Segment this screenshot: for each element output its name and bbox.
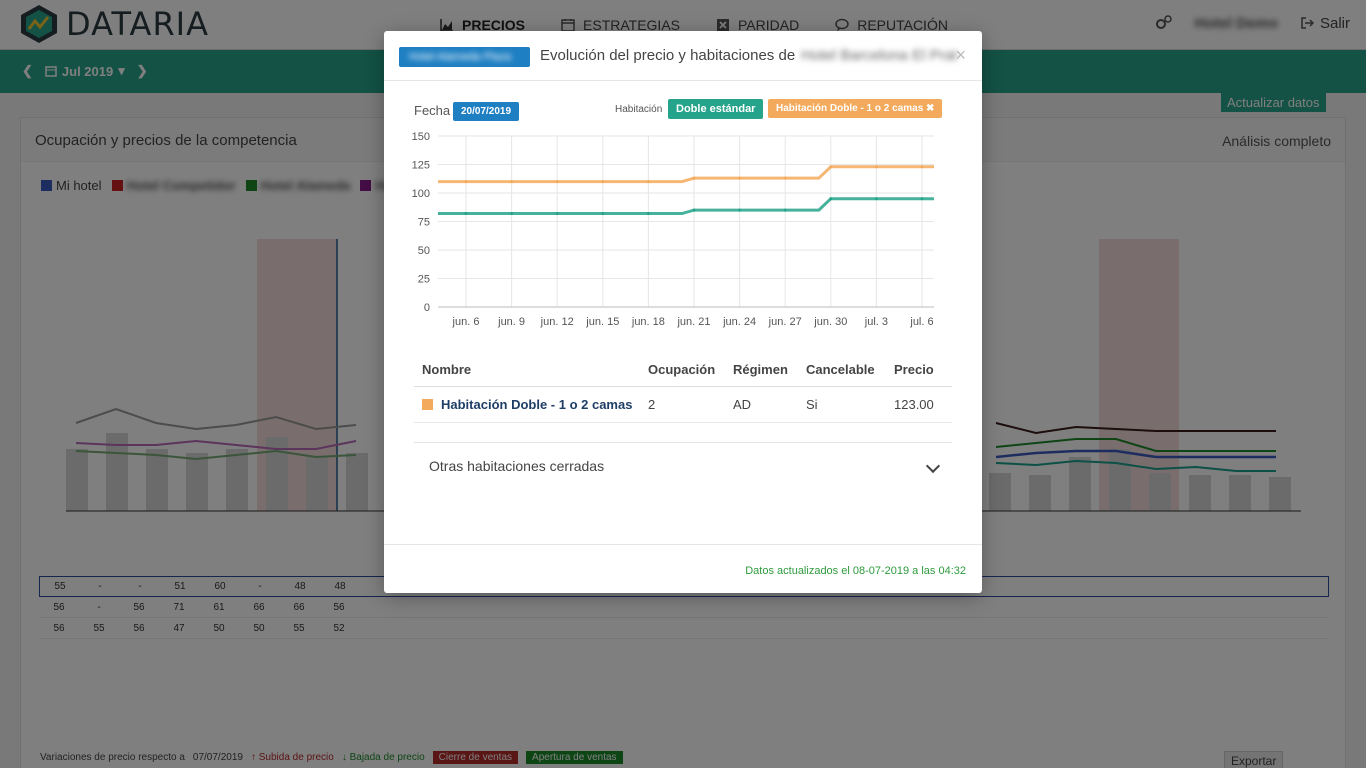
col-nombre: Nombre xyxy=(422,362,472,377)
room-table: Nombre Ocupación Régimen Cancelable Prec… xyxy=(414,353,952,423)
data-point xyxy=(601,212,605,216)
room-name[interactable]: Habitación Doble - 1 o 2 camas xyxy=(414,397,648,412)
data-point xyxy=(646,212,650,216)
modal-title: Evolución del precio y habitaciones de Ho… xyxy=(540,47,958,64)
remove-icon[interactable]: ✖ xyxy=(926,103,934,114)
x-tick-label: jun. 21 xyxy=(676,316,710,328)
data-point xyxy=(646,180,650,184)
room-doble-camas-button[interactable]: Habitación Doble - 1 o 2 camas ✖ xyxy=(768,99,943,118)
y-tick-label: 50 xyxy=(418,245,430,257)
x-tick-label: jun. 9 xyxy=(497,316,525,328)
x-tick-label: jun. 15 xyxy=(585,316,619,328)
data-point xyxy=(510,212,514,216)
table-header: Nombre Ocupación Régimen Cancelable Prec… xyxy=(414,353,952,387)
series-line xyxy=(438,197,934,216)
data-point xyxy=(510,180,514,184)
table-row: Habitación Doble - 1 o 2 camas 2 AD Si 1… xyxy=(414,387,952,423)
x-tick-label: jun. 6 xyxy=(452,316,480,328)
y-tick-label: 125 xyxy=(412,160,430,172)
col-cancelable: Cancelable xyxy=(806,362,875,377)
x-tick-label: jul. 3 xyxy=(864,316,888,328)
col-regimen: Régimen xyxy=(733,362,788,377)
data-point xyxy=(601,180,605,184)
habitacion-label: Habitación xyxy=(615,104,663,115)
x-tick-label: jun. 12 xyxy=(540,316,574,328)
y-tick-label: 75 xyxy=(418,217,430,229)
data-point xyxy=(692,208,696,212)
x-tick-label: jun. 18 xyxy=(631,316,665,328)
modal-header: Hotel Alameda Plaza Evolución del precio… xyxy=(384,31,982,81)
cell-regimen: AD xyxy=(733,397,752,412)
cell-cancelable: Si xyxy=(806,397,818,412)
fecha-button[interactable]: 20/07/2019 xyxy=(453,102,520,121)
price-evolution-chart: 0 25 50 75 100 125 150 jun. 6 jun. 9 jun. 12 jun. … xyxy=(412,131,934,328)
x-tick-label: jul. 6 xyxy=(909,316,933,328)
room-doble-estandar-button[interactable]: Doble estándar xyxy=(668,99,764,119)
closed-rooms-accordion[interactable]: Otras habitaciones cerradas xyxy=(414,442,952,492)
col-ocupacion: Ocupación xyxy=(648,362,716,377)
y-tick-label: 25 xyxy=(418,274,430,286)
closed-rooms-label: Otras habitaciones cerradas xyxy=(429,458,605,474)
data-point xyxy=(738,208,742,212)
y-tick-label: 100 xyxy=(412,188,430,200)
data-point xyxy=(874,197,878,201)
series-line xyxy=(438,165,934,184)
close-icon[interactable]: × xyxy=(955,45,966,66)
data-point xyxy=(783,208,787,212)
data-point xyxy=(738,176,742,180)
chevron-down-icon xyxy=(925,458,941,474)
y-tick-label: 0 xyxy=(424,302,430,314)
hotel-badge: Hotel Alameda Plaza xyxy=(399,47,530,67)
cell-ocupacion: 2 xyxy=(648,397,656,412)
x-tick-label: jun. 30 xyxy=(813,316,847,328)
data-point xyxy=(464,180,468,184)
x-tick-label: jun. 27 xyxy=(768,316,802,328)
data-point xyxy=(920,197,924,201)
data-point xyxy=(555,180,559,184)
data-point xyxy=(555,212,559,216)
y-tick-label: 150 xyxy=(412,131,430,143)
cell-precio: 123.00 xyxy=(894,397,934,412)
data-point xyxy=(783,176,787,180)
data-point xyxy=(464,212,468,216)
data-point xyxy=(874,165,878,169)
room-color-swatch xyxy=(422,399,433,410)
data-point xyxy=(920,165,924,169)
modal-footer: Datos actualizados el 08-07-2019 a las 0… xyxy=(384,544,982,593)
modal-title-hotel: Hotel Barcelona El Prat xyxy=(801,47,958,64)
updated-timestamp: Datos actualizados el 08-07-2019 a las 0… xyxy=(745,565,966,577)
data-point xyxy=(829,165,833,169)
col-precio: Precio xyxy=(894,362,934,377)
data-point xyxy=(692,176,696,180)
data-point xyxy=(829,197,833,201)
fecha-label: Fecha xyxy=(414,103,451,118)
price-evolution-modal: Hotel Alameda Plaza Evolución del precio… xyxy=(384,31,982,593)
x-tick-label: jun. 24 xyxy=(722,316,756,328)
